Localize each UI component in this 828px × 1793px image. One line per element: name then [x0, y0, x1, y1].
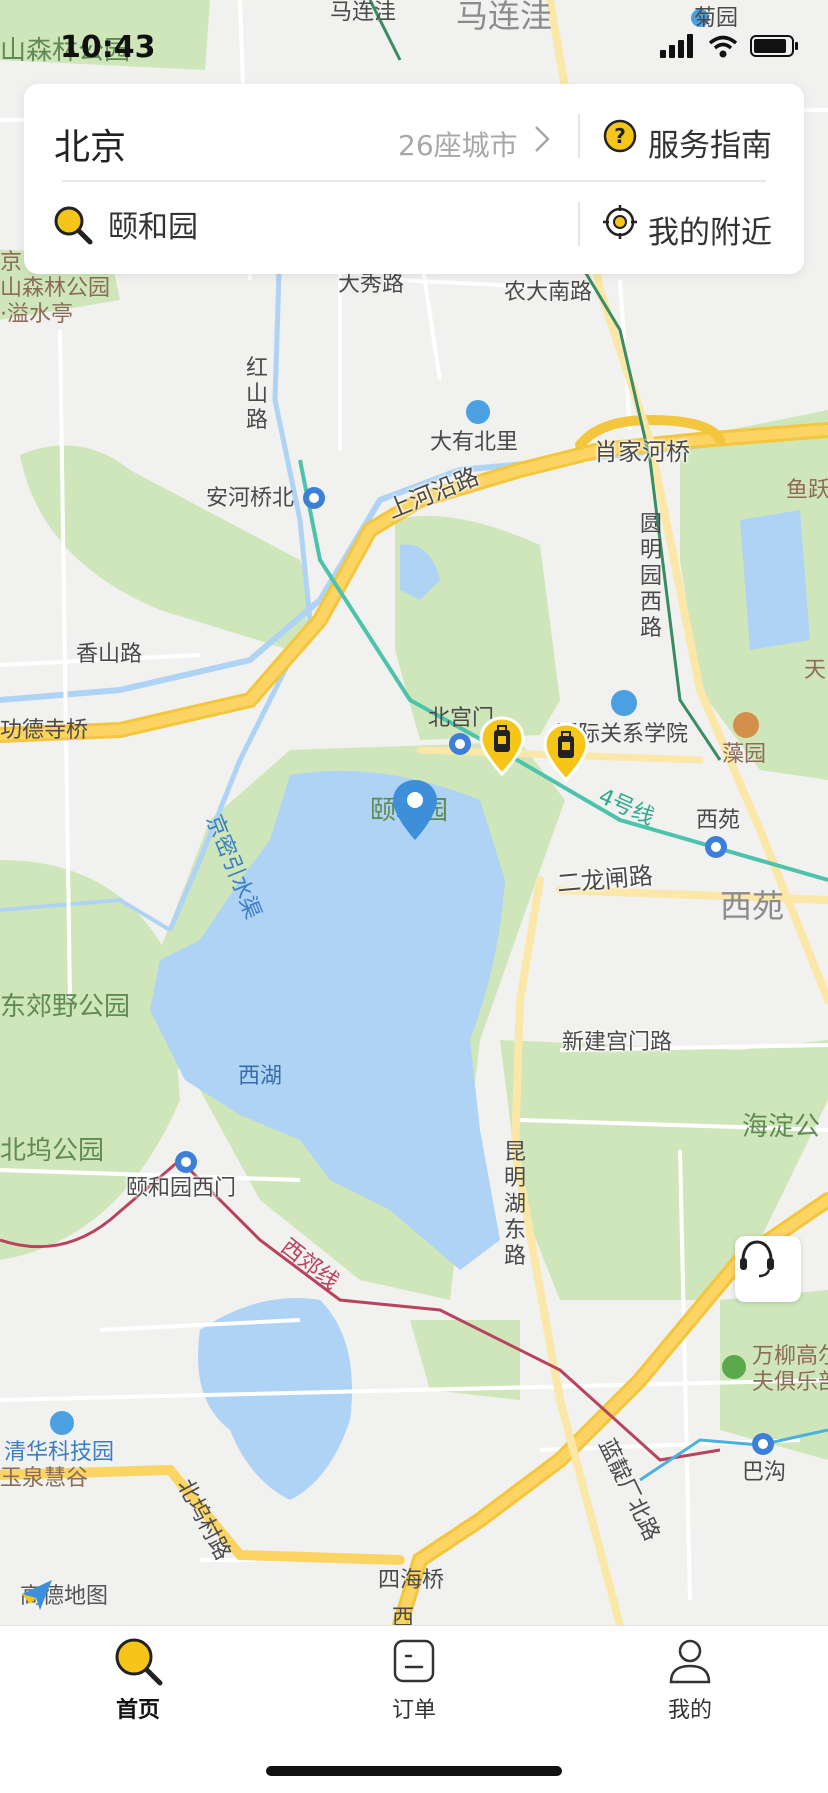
cellular-signal-icon: [660, 34, 693, 58]
battery-icon: [750, 35, 798, 57]
map-label: 四海桥: [378, 1568, 445, 1593]
tab-orders[interactable]: 订单: [334, 1636, 494, 1724]
map-label: ·溢水亭: [0, 302, 73, 327]
home-indicator[interactable]: [266, 1766, 562, 1776]
search-input[interactable]: [108, 206, 548, 241]
tab-label: 订单: [391, 1698, 436, 1723]
status-icons: [660, 34, 800, 58]
map-label: 北坞公园: [0, 1136, 105, 1166]
city-count[interactable]: 26座城市: [398, 124, 518, 164]
map-label: 菊园: [694, 6, 739, 31]
status-time: 10:43: [60, 30, 156, 65]
customer-service-button[interactable]: [735, 1236, 801, 1302]
map-label: 马连洼: [330, 0, 397, 25]
map-label: 藻园: [722, 742, 767, 767]
amap-logo-icon: [22, 1580, 52, 1610]
map-label: 功德寺桥: [0, 718, 89, 743]
tab-label: 首页: [115, 1698, 160, 1723]
map-label: 肖家河桥: [594, 438, 690, 466]
divider: [578, 202, 580, 246]
amap-logo: 高德地图: [20, 1578, 108, 1610]
map-label: 香山路: [76, 642, 143, 667]
divider: [62, 180, 766, 182]
svg-text:?: ?: [614, 124, 626, 148]
map-label: 西: [392, 1606, 415, 1626]
divider: [578, 114, 580, 158]
map-label: 山森林公园: [0, 276, 111, 301]
map-label: 西苑: [696, 808, 741, 833]
map-label: 东郊野公园: [0, 992, 131, 1022]
help-guide-icon[interactable]: ?: [602, 118, 638, 154]
wifi-icon: [708, 35, 738, 58]
headset-icon: [740, 1240, 774, 1278]
nearby-button[interactable]: 我的附近: [648, 207, 772, 252]
map-label: 西湖: [238, 1064, 283, 1089]
map-label: 海淀公: [742, 1112, 821, 1142]
map-label: 大有北里: [430, 430, 519, 455]
orders-icon: [393, 1639, 435, 1683]
map-label: 京: [0, 250, 23, 275]
map-label: 颐和园西门: [126, 1176, 237, 1201]
city-selector[interactable]: 北京: [54, 118, 126, 170]
map-label: 巴沟: [742, 1460, 787, 1485]
map-label: 鱼跃: [786, 478, 828, 503]
chevron-right-icon: [535, 126, 550, 152]
map-label: 安河桥北: [206, 486, 295, 511]
tab-profile[interactable]: 我的: [610, 1636, 770, 1724]
luggage-locker-marker-icon[interactable]: [542, 722, 590, 784]
service-guide-button[interactable]: 服务指南: [648, 120, 772, 165]
map-label: 万柳高尔: [752, 1344, 828, 1369]
map-label: 圆明园西路: [640, 512, 663, 641]
locate-nearby-icon[interactable]: [602, 204, 638, 240]
search-card: 北京 26座城市 ? 服务指南 我的附近: [24, 84, 804, 274]
map-label: 大秀路: [338, 272, 405, 297]
map-label: 玉泉慧谷: [0, 1466, 89, 1491]
map-label: 清华科技园: [4, 1440, 115, 1465]
map-label: 昆明湖东路: [504, 1140, 527, 1269]
map-label: 农大南路: [504, 280, 593, 305]
tab-label: 我的: [667, 1698, 712, 1723]
location-pin-icon[interactable]: [390, 778, 440, 844]
map-label: 马连洼: [456, 0, 553, 35]
map-label: 天: [804, 658, 827, 683]
home-search-icon: [115, 1638, 163, 1686]
user-icon: [669, 1639, 711, 1684]
search-icon: [54, 206, 93, 245]
map-label: 夫俱乐部: [752, 1370, 828, 1395]
luggage-locker-marker-icon[interactable]: [478, 716, 526, 778]
map-label: 西苑: [720, 887, 785, 925]
map-label: 红山路: [246, 356, 269, 433]
tab-home[interactable]: 首页: [58, 1636, 218, 1724]
map-label: 新建宫门路: [562, 1030, 673, 1055]
